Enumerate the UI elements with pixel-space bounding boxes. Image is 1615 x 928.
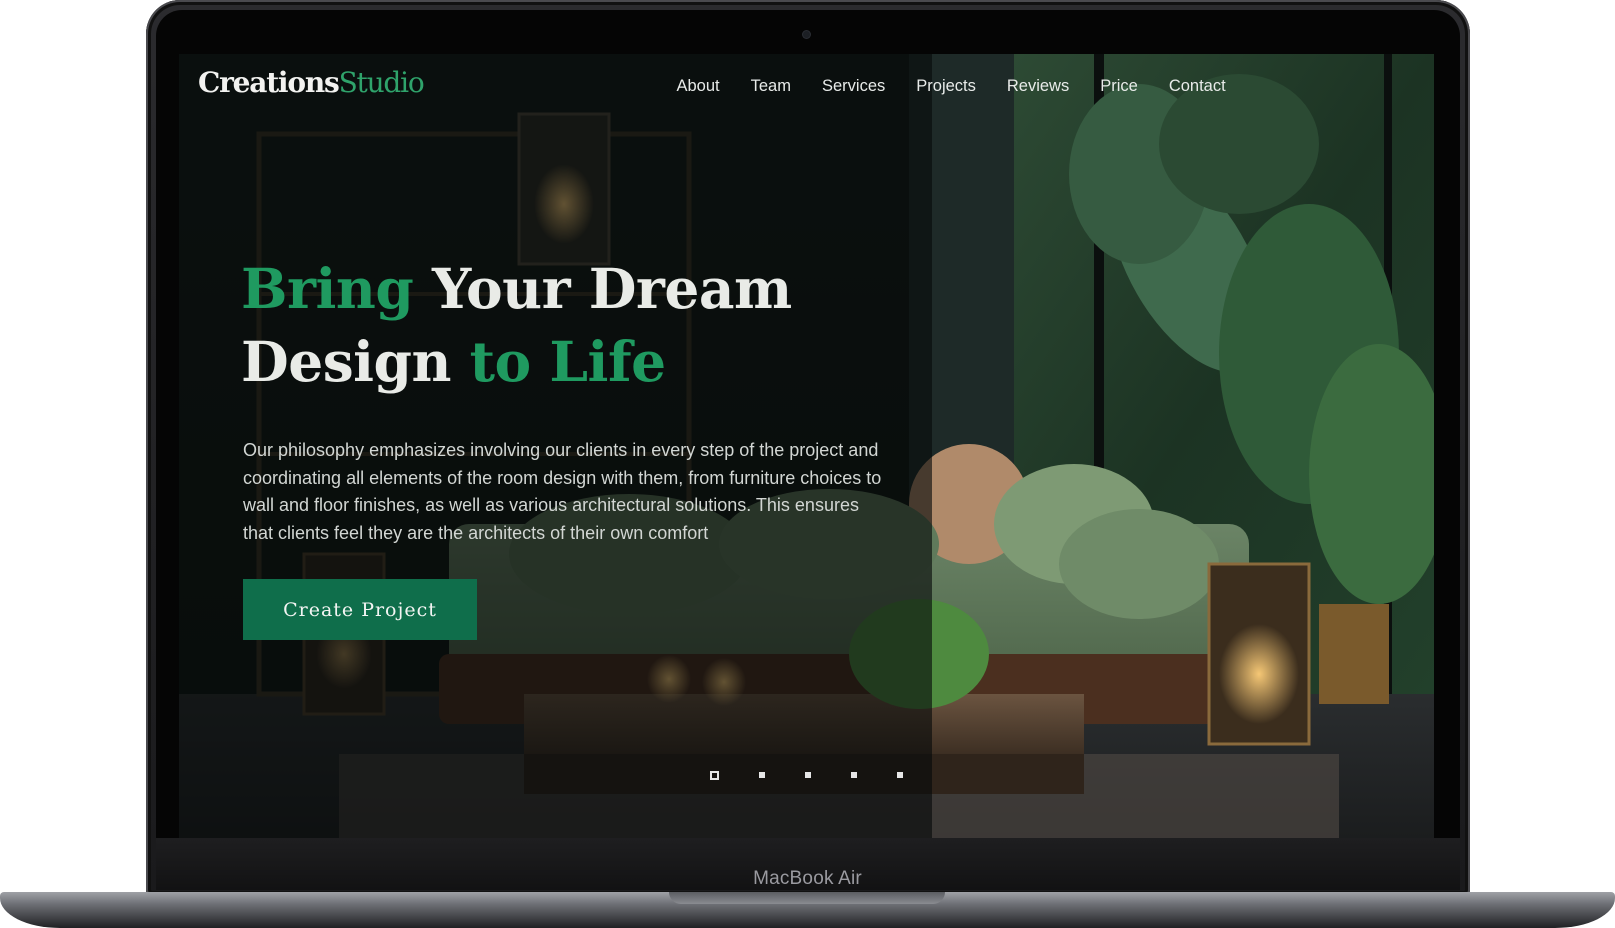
create-project-button[interactable]: Create Project — [243, 579, 477, 640]
hero-title: Bring Your Dream Design to Life — [241, 252, 881, 398]
hero-title-bring: Bring — [241, 256, 414, 321]
slider-dot-1[interactable] — [710, 771, 719, 780]
nav-item-price[interactable]: Price — [1085, 74, 1154, 98]
laptop-notch — [669, 892, 945, 904]
brand-name-part1: Creations — [198, 66, 340, 99]
brand-logo[interactable]: CreationsStudio — [198, 66, 425, 99]
hero-title-to-life: to Life — [469, 329, 666, 394]
website-screen: CreationsStudio About Team Services Proj… — [179, 54, 1434, 838]
hero-title-design: Design — [241, 329, 470, 394]
nav-item-projects[interactable]: Projects — [901, 74, 992, 98]
laptop-mockup: CreationsStudio About Team Services Proj… — [0, 0, 1615, 928]
camera-icon — [803, 31, 810, 38]
slider-dot-5[interactable] — [897, 772, 903, 778]
nav-item-team[interactable]: Team — [735, 74, 806, 98]
slider-dot-3[interactable] — [805, 772, 811, 778]
nav-item-about[interactable]: About — [661, 74, 735, 98]
nav-item-contact[interactable]: Contact — [1153, 74, 1241, 98]
slider-dot-2[interactable] — [759, 772, 765, 778]
brand-name-part2: Studio — [338, 66, 425, 99]
nav-item-services[interactable]: Services — [806, 74, 900, 98]
hero-title-your-dream: Your Dream — [413, 256, 792, 321]
slider-dot-4[interactable] — [851, 772, 857, 778]
nav-item-reviews[interactable]: Reviews — [991, 74, 1084, 98]
device-label: MacBook Air — [753, 868, 862, 889]
slider-pagination — [710, 771, 943, 780]
main-nav: About Team Services Projects Reviews Pri… — [661, 74, 1241, 98]
hero-description: Our philosophy emphasizes involving our … — [243, 440, 882, 543]
